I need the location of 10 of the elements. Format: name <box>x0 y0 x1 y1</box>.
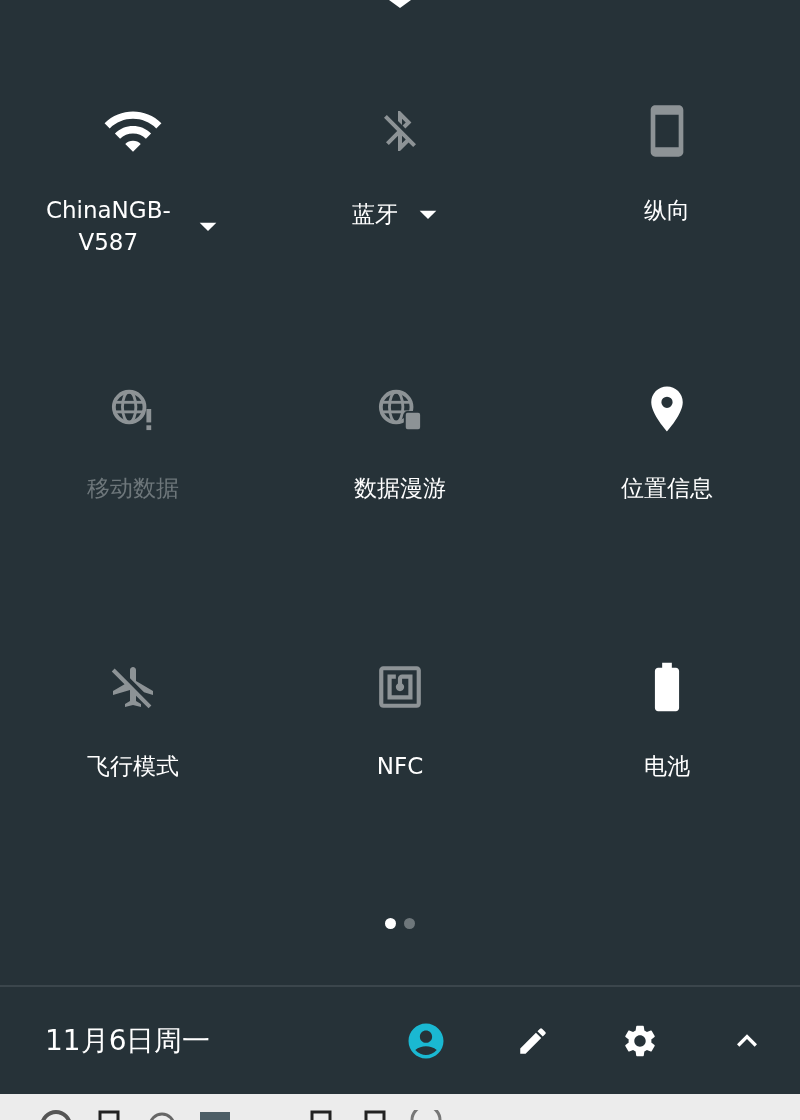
tile-label[interactable]: NFC <box>376 750 424 782</box>
tile-label[interactable]: 飞行模式 <box>87 750 180 782</box>
tile-label[interactable]: 电池 <box>643 750 690 782</box>
tile-label[interactable]: 纵向 <box>643 194 690 226</box>
date-text: 11月6日周一 <box>45 1022 212 1059</box>
handle-caret-icon[interactable] <box>389 0 411 10</box>
tile-label[interactable]: ChinaNGB-V587 <box>38 194 179 258</box>
tile-label[interactable]: 数据漫游 <box>354 472 446 504</box>
tile-label[interactable]: 蓝牙 <box>352 198 398 230</box>
tile-label[interactable]: 位置信息 <box>620 472 713 504</box>
